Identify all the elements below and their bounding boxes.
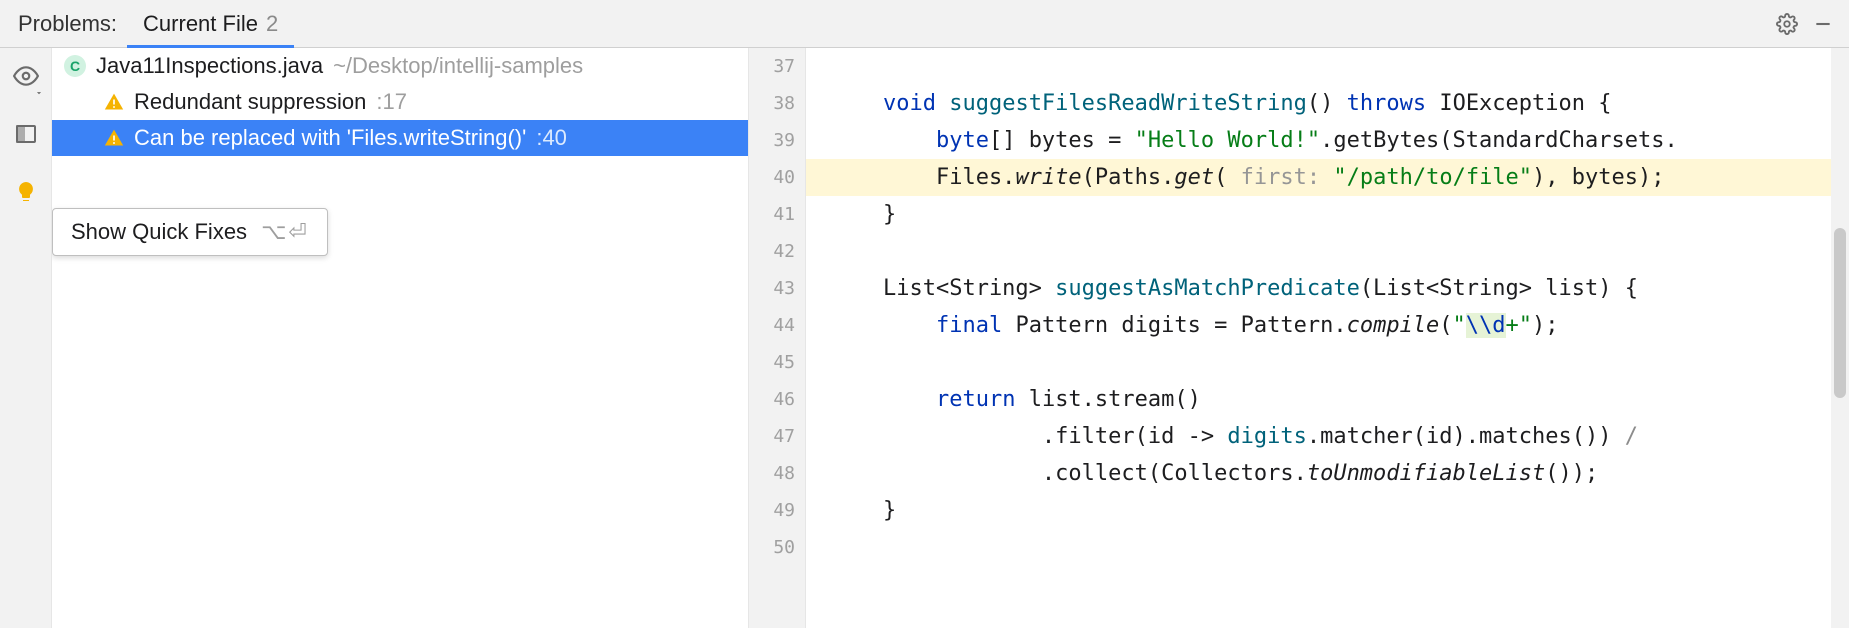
code-line[interactable]: byte[] bytes = "Hello World!".getBytes(S… bbox=[806, 122, 1831, 159]
code-editor[interactable]: void suggestFilesReadWriteString() throw… bbox=[806, 48, 1831, 628]
line-number: 50 bbox=[749, 529, 805, 566]
problems-title: Problems: bbox=[8, 11, 127, 37]
scrollbar-thumb[interactable] bbox=[1834, 228, 1846, 398]
line-number: 45 bbox=[749, 344, 805, 381]
line-number: 38 bbox=[749, 85, 805, 122]
line-number: 49 bbox=[749, 492, 805, 529]
java-class-icon: C bbox=[64, 55, 86, 77]
line-number: 46 bbox=[749, 381, 805, 418]
code-line[interactable] bbox=[806, 233, 1831, 270]
code-line[interactable]: } bbox=[806, 196, 1831, 233]
line-number: 39 bbox=[749, 122, 805, 159]
problems-toolbar: Problems: Current File 2 bbox=[0, 0, 1849, 48]
tab-count-badge: 2 bbox=[266, 11, 278, 37]
problem-location: :17 bbox=[376, 89, 407, 115]
problem-item[interactable]: Redundant suppression :17 bbox=[52, 84, 748, 120]
main-area: C Java11Inspections.java ~/Desktop/intel… bbox=[0, 48, 1849, 628]
quick-fix-shortcut: ⌥⏎ bbox=[261, 219, 309, 245]
code-line[interactable]: .collect(Collectors.toUnmodifiableList()… bbox=[806, 455, 1831, 492]
line-number: 42 bbox=[749, 233, 805, 270]
file-name: Java11Inspections.java bbox=[96, 53, 323, 79]
code-line[interactable] bbox=[806, 529, 1831, 566]
editor-gutter: 3738394041424344454647484950 bbox=[748, 48, 806, 628]
code-line[interactable]: .filter(id -> digits.matcher(id).matches… bbox=[806, 418, 1831, 455]
scrollbar[interactable] bbox=[1831, 48, 1849, 628]
minimize-icon[interactable] bbox=[1805, 6, 1841, 42]
problem-location: :40 bbox=[536, 125, 567, 151]
line-number: 40 bbox=[749, 159, 805, 196]
problem-item[interactable]: Can be replaced with 'Files.writeString(… bbox=[52, 120, 748, 156]
file-node[interactable]: C Java11Inspections.java ~/Desktop/intel… bbox=[52, 48, 748, 84]
code-line[interactable]: void suggestFilesReadWriteString() throw… bbox=[806, 85, 1831, 122]
line-number: 37 bbox=[749, 48, 805, 85]
warning-icon bbox=[104, 128, 124, 148]
quick-fix-label: Show Quick Fixes bbox=[71, 219, 247, 245]
code-line[interactable] bbox=[806, 48, 1831, 85]
code-line[interactable]: List<String> suggestAsMatchPredicate(Lis… bbox=[806, 270, 1831, 307]
code-line[interactable]: return list.stream() bbox=[806, 381, 1831, 418]
warning-icon bbox=[104, 92, 124, 112]
line-number: 44 bbox=[749, 307, 805, 344]
line-number: 41 bbox=[749, 196, 805, 233]
gear-icon[interactable] bbox=[1769, 6, 1805, 42]
code-line[interactable]: } bbox=[806, 492, 1831, 529]
tab-label: Current File bbox=[143, 11, 258, 37]
tab-current-file[interactable]: Current File 2 bbox=[127, 0, 294, 48]
file-path: ~/Desktop/intellij-samples bbox=[333, 53, 583, 79]
code-line[interactable] bbox=[806, 344, 1831, 381]
quick-fix-popover[interactable]: Show Quick Fixes ⌥⏎ bbox=[52, 208, 328, 256]
left-icon-strip bbox=[0, 48, 52, 628]
problems-tree: C Java11Inspections.java ~/Desktop/intel… bbox=[52, 48, 748, 628]
problem-text: Can be replaced with 'Files.writeString(… bbox=[134, 125, 526, 151]
line-number: 47 bbox=[749, 418, 805, 455]
code-line[interactable]: final Pattern digits = Pattern.compile("… bbox=[806, 307, 1831, 344]
problem-text: Redundant suppression bbox=[134, 89, 366, 115]
code-line[interactable]: Files.write(Paths.get( first: "/path/to/… bbox=[806, 159, 1831, 196]
line-number: 48 bbox=[749, 455, 805, 492]
bulb-icon[interactable] bbox=[10, 176, 42, 208]
layout-icon[interactable] bbox=[10, 118, 42, 150]
eye-icon[interactable] bbox=[10, 60, 42, 92]
line-number: 43 bbox=[749, 270, 805, 307]
